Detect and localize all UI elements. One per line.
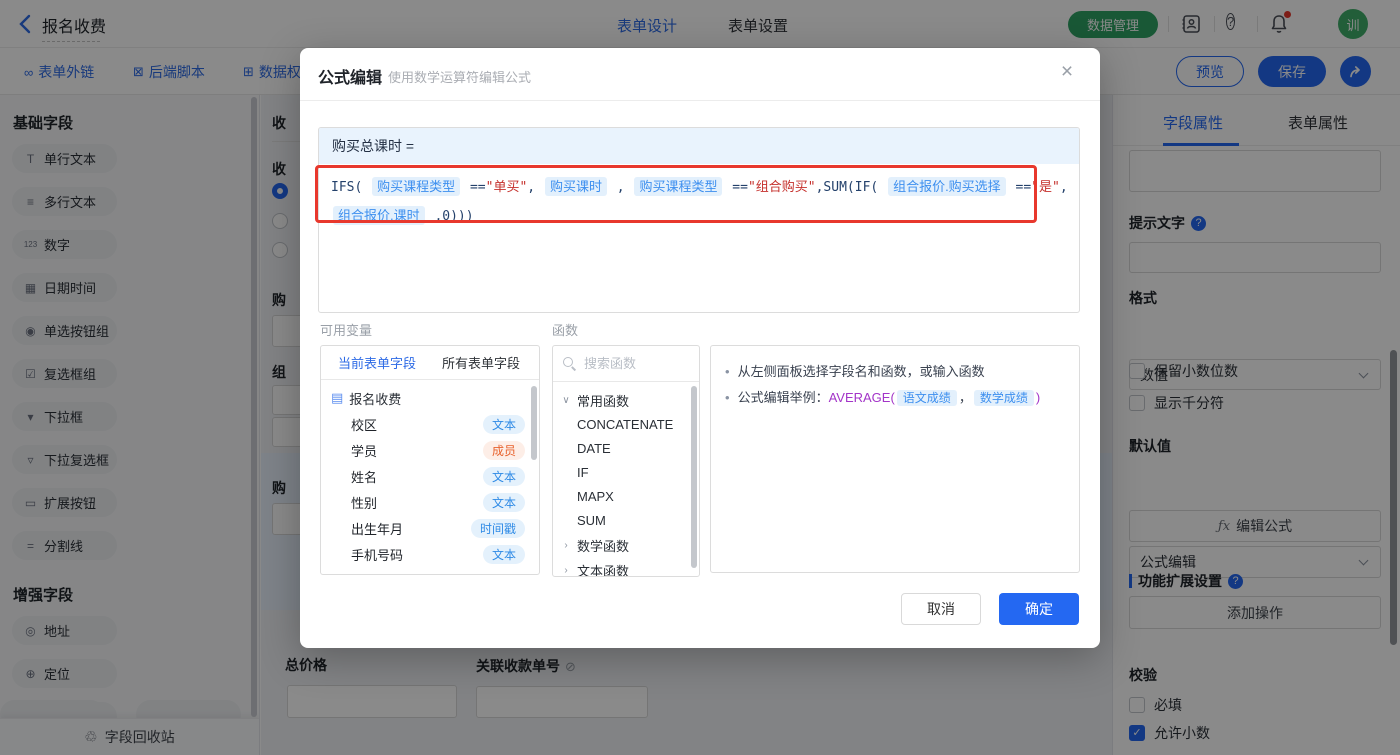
function-group[interactable]: › 文本函数 [561, 558, 699, 577]
function-item[interactable]: IF [561, 461, 699, 485]
variable-row[interactable]: 学员 成员 [331, 437, 539, 463]
formula-field-token[interactable]: 购买课时 [544, 177, 607, 196]
formula-string-literal: "组合购买" [747, 180, 816, 195]
bullet-dot: • [725, 390, 730, 405]
variable-type-badge: 文本 [482, 414, 525, 434]
confirm-button[interactable]: 确定 [999, 593, 1079, 625]
formula-text: , [608, 180, 633, 195]
chevron-right-icon: › [564, 565, 568, 576]
variable-name: 姓名 [351, 469, 378, 485]
help-example: AVERAGE(语文成绩，数学成绩) [828, 390, 1041, 406]
help-example-line: 公式编辑举例：AVERAGE(语文成绩，数学成绩) [737, 390, 1041, 406]
variable-type-badge: 文本 [482, 492, 525, 512]
formula-text: IFS( [331, 180, 371, 195]
variable-row[interactable]: 出生年月 时间戳 [331, 515, 539, 541]
variables-tabs: 当前表单字段 所有表单字段 [321, 346, 539, 380]
search-icon [563, 357, 576, 370]
variable-rows: 校区 文本 学员 成员 姓名 文本 性别 文本 出生年月 时间戳 手机号码 文本 [331, 411, 539, 567]
variables-label: 可用变量 [320, 323, 373, 338]
formula-text: == [462, 180, 486, 195]
variable-row[interactable]: 校区 文本 [331, 411, 539, 437]
formula-text: , [1059, 180, 1068, 195]
variable-row[interactable]: 姓名 文本 [331, 463, 539, 489]
variable-name: 性别 [351, 495, 378, 511]
functions-panel: ∨ 常用函数 CONCATENATEDATEIFMAPXSUM › 数学函数 › 文本函数 [552, 345, 700, 577]
formula-string-literal: "单买" [485, 180, 528, 195]
function-item[interactable]: CONCATENATE [561, 413, 699, 437]
formula-text: == [1007, 180, 1032, 195]
formula-field-token[interactable]: 购买课程类型 [372, 177, 461, 196]
variables-scrollbar[interactable] [531, 386, 537, 460]
variable-row[interactable]: 性别 文本 [331, 489, 539, 515]
variable-type-badge: 文本 [482, 466, 525, 486]
example-text: ， [958, 390, 972, 405]
example-field-token: 数学成绩 [973, 390, 1034, 406]
functions-label: 函数 [552, 323, 579, 338]
formula-text: == [724, 180, 748, 195]
close-icon[interactable]: × [1054, 60, 1080, 84]
example-text: AVERAGE( [828, 390, 895, 405]
function-group-label: 文本函数 [577, 564, 630, 577]
formula-editor-modal: 公式编辑 使用数学运算符编辑公式 × 购买总课时 = IFS( 购买课程类型 =… [300, 48, 1100, 648]
formula-target: 购买总课时 = [319, 128, 1079, 164]
modal-subtitle: 使用数学运算符编辑公式 [388, 70, 532, 85]
example-field-token: 语文成绩 [896, 390, 957, 406]
help-bullet-2: • 公式编辑举例：AVERAGE(语文成绩，数学成绩) [725, 385, 1069, 411]
formula-line: 组合报价.课时 ,0))) [331, 202, 1067, 231]
variable-row[interactable]: 手机号码 文本 [331, 541, 539, 567]
bullet-dot: • [725, 364, 730, 379]
modal-title: 公式编辑 [318, 70, 383, 87]
cancel-button[interactable]: 取消 [901, 593, 981, 625]
formula-field-token[interactable]: 组合报价.购买选择 [888, 177, 1006, 196]
function-group-label: 数学函数 [577, 539, 630, 554]
functions-scrollbar[interactable] [691, 386, 697, 568]
function-item[interactable]: SUM [561, 509, 699, 533]
function-item[interactable]: DATE [561, 437, 699, 461]
help-bullet-1: • 从左侧面板选择字段名和函数，或输入函数 [725, 359, 1069, 385]
function-search-input[interactable] [584, 356, 678, 371]
function-item[interactable]: MAPX [561, 485, 699, 509]
functions-tree: ∨ 常用函数 CONCATENATE DATE IF MAPX SUM › 数学函数 › 文本函数 [553, 382, 699, 577]
form-root-node[interactable]: ▤ 报名收费 [331, 385, 539, 411]
variable-name: 手机号码 [351, 547, 404, 563]
app-window: 报名收费 表单设计 表单设置 数据管理 ? 训 ∞ 表单外链 ⊠ 后端脚本 ⊞ … [0, 0, 1400, 755]
example-text: ) [1035, 390, 1041, 405]
formula-text: , [527, 180, 543, 195]
variables-panel: 当前表单字段 所有表单字段 ▤ 报名收费 校区 文本 学员 成员 姓名 文本 性别 文本 出生年… [320, 345, 540, 575]
chevron-right-icon: › [564, 540, 568, 551]
form-doc-icon: ▤ [331, 390, 344, 405]
formula-text: ,SUM(IF( [815, 180, 887, 195]
function-search [553, 346, 699, 382]
formula-line: IFS( 购买课程类型 =="单买", 购买课时 , 购买课程类型 =="组合购… [331, 173, 1068, 202]
variable-name: 校区 [351, 417, 378, 433]
variable-name: 出生年月 [351, 521, 404, 537]
function-group[interactable]: ∨ 常用函数 [561, 388, 699, 413]
formula-lines: IFS( 购买课程类型 =="单买", 购买课时 , 购买课程类型 =="组合购… [331, 173, 1068, 231]
formula-editor[interactable]: IFS( 购买课程类型 =="单买", 购买课时 , 购买课程类型 =="组合购… [319, 164, 1079, 240]
formula-string-literal: "是" [1031, 180, 1060, 195]
modal-header: 公式编辑 使用数学运算符编辑公式 × [300, 48, 1100, 101]
variable-type-badge: 文本 [482, 544, 525, 564]
variable-type-badge: 成员 [482, 440, 525, 460]
function-group-label: 常用函数 [577, 394, 630, 409]
formula-box: 购买总课时 = IFS( 购买课程类型 =="单买", 购买课时 , 购买课程类… [318, 127, 1080, 313]
formula-text: ,0))) [426, 209, 474, 224]
variable-name: 学员 [351, 443, 378, 459]
tab-all-form-fields[interactable]: 所有表单字段 [442, 353, 520, 372]
tab-current-form-fields[interactable]: 当前表单字段 [338, 353, 416, 372]
formula-field-token[interactable]: 购买课程类型 [634, 177, 723, 196]
formula-help-panel: • 从左侧面板选择字段名和函数，或输入函数 • 公式编辑举例：AVERAGE(语… [710, 345, 1080, 573]
formula-field-token[interactable]: 组合报价.课时 [333, 206, 425, 225]
variable-type-badge: 时间戳 [470, 518, 525, 538]
chevron-down-icon: ∨ [562, 395, 570, 406]
variables-tree: ▤ 报名收费 校区 文本 学员 成员 姓名 文本 性别 文本 出生年月 时间戳 手机号码 文本 [321, 380, 539, 567]
function-group[interactable]: › 数学函数 [561, 533, 699, 558]
